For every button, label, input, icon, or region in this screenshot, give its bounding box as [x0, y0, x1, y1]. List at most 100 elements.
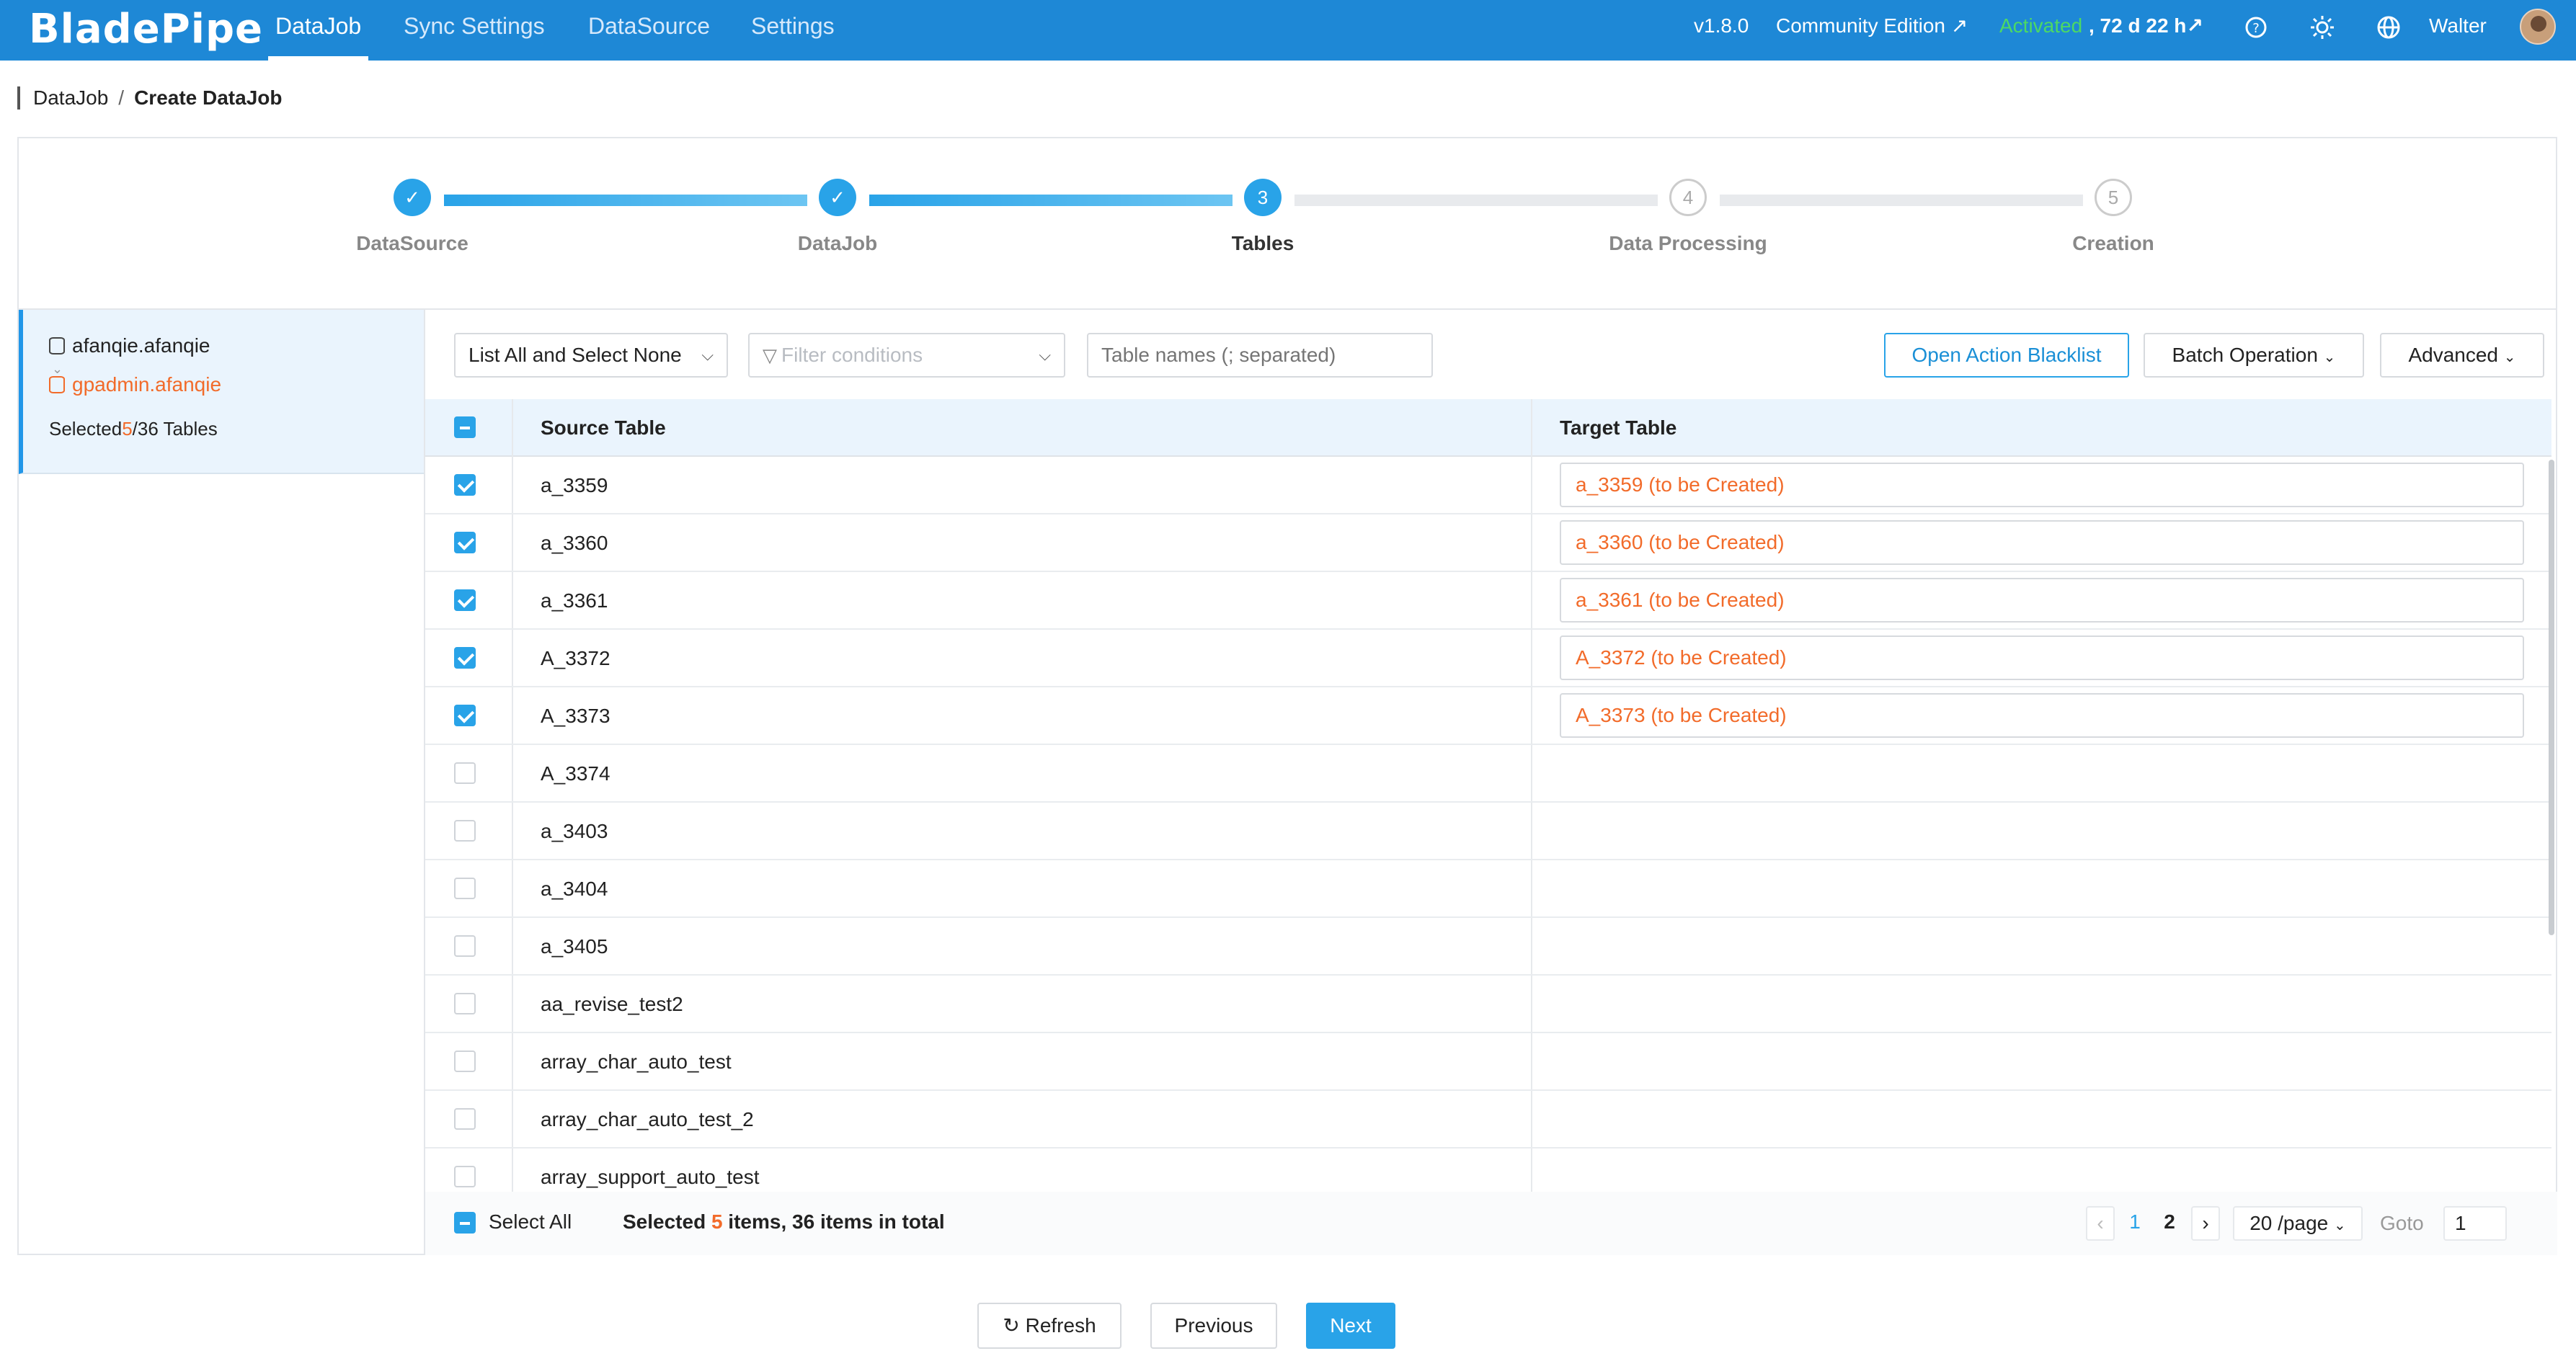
row-checkbox[interactable]	[454, 705, 476, 726]
table-row[interactable]: A_3373 A_3373 (to be Created)	[425, 687, 2551, 745]
row-checkbox[interactable]	[454, 1108, 476, 1130]
list-mode-select[interactable]: List All and Select None ⌵	[454, 333, 728, 378]
language-globe-icon[interactable]	[2376, 14, 2402, 40]
target-table-field[interactable]: a_3360 (to be Created)	[1560, 520, 2524, 565]
step-3-label: Tables	[1231, 232, 1294, 254]
tables-grid: Source Table Target Table a_3359 a_3359 …	[425, 399, 2557, 1192]
table-row[interactable]: array_support_auto_test	[425, 1148, 2551, 1192]
edition-link[interactable]: Community Edition ↗	[1776, 0, 1968, 61]
nav-datajob[interactable]: DataJob	[268, 0, 369, 61]
datasource-panel: afanqie.afanqie ⌄ gpadmin.afanqie Select…	[19, 310, 425, 1255]
row-checkbox[interactable]	[454, 993, 476, 1014]
chevron-down-icon: ⌄	[2334, 1218, 2346, 1234]
table-row[interactable]: array_char_auto_test	[425, 1033, 2551, 1091]
filter-conditions-select[interactable]: ▽ Filter conditions ⌵	[748, 333, 1065, 378]
row-checkbox[interactable]	[454, 762, 476, 784]
page-1[interactable]: 1	[2120, 1206, 2149, 1241]
table-row[interactable]: a_3360 a_3360 (to be Created)	[425, 514, 2551, 572]
refresh-label: Refresh	[1025, 1314, 1096, 1337]
filter-placeholder: Filter conditions	[781, 344, 923, 366]
table-row[interactable]: aa_revise_test2	[425, 976, 2551, 1033]
row-checkbox[interactable]	[454, 532, 476, 553]
create-datajob-card: ✓ DataSource ✓ DataJob 3 Tables 4 Data P…	[17, 137, 2557, 1255]
row-checkbox[interactable]	[454, 935, 476, 957]
next-button[interactable]: Next	[1306, 1303, 1395, 1349]
help-icon[interactable]: ?	[2243, 14, 2269, 40]
user-name[interactable]: Walter	[2429, 0, 2487, 61]
table-row[interactable]: array_char_auto_test_2	[425, 1091, 2551, 1148]
tables-panel: List All and Select None ⌵ ▽ Filter condi…	[425, 310, 2557, 1255]
wizard-steps: ✓ DataSource ✓ DataJob 3 Tables 4 Data P…	[19, 138, 2556, 310]
step-4-pending: 4	[1669, 179, 1707, 216]
breadcrumb-root[interactable]: DataJob	[33, 86, 108, 110]
row-checkbox[interactable]	[454, 820, 476, 842]
open-action-blacklist-button[interactable]: Open Action Blacklist	[1884, 333, 2129, 378]
table-header: Source Table Target Table	[425, 399, 2551, 457]
header-target-table: Target Table	[1560, 416, 1677, 439]
selection-summary-suffix: items, 36 items in total	[722, 1210, 945, 1233]
source-table-name: array_support_auto_test	[541, 1166, 760, 1188]
app-logo[interactable]: BladePipe	[29, 6, 263, 53]
selected-tables-suffix: /36 Tables	[132, 418, 218, 440]
row-checkbox[interactable]	[454, 878, 476, 899]
selection-summary-count: 5	[711, 1210, 723, 1233]
table-row[interactable]: A_3372 A_3372 (to be Created)	[425, 630, 2551, 687]
select-all-header-checkbox[interactable]	[454, 416, 476, 438]
step-connector-2	[869, 195, 1233, 206]
target-table-field[interactable]: A_3373 (to be Created)	[1560, 693, 2524, 738]
table-row[interactable]: a_3361 a_3361 (to be Created)	[425, 572, 2551, 630]
nav-sync-settings[interactable]: Sync Settings	[396, 0, 552, 61]
activation-status: Activated	[1999, 14, 2083, 37]
step-5-label: Creation	[2072, 232, 2154, 254]
refresh-button[interactable]: ↻ Refresh	[977, 1303, 1122, 1349]
chevron-down-icon: ⌄	[2503, 349, 2516, 365]
table-scrollbar[interactable]	[2549, 460, 2554, 935]
page-2[interactable]: 2	[2155, 1206, 2184, 1241]
source-table-name: array_char_auto_test	[541, 1051, 732, 1073]
user-avatar[interactable]	[2520, 9, 2556, 45]
source-table-name: aa_revise_test2	[541, 993, 683, 1015]
prev-page-icon[interactable]: ‹	[2086, 1206, 2115, 1241]
source-table-name: a_3404	[541, 878, 608, 900]
remaining-time-link[interactable]: , 72 d 22 h↗	[2089, 0, 2203, 61]
theme-sun-icon[interactable]	[2309, 14, 2335, 40]
nav-datasource[interactable]: DataSource	[581, 0, 717, 61]
row-checkbox[interactable]	[454, 1166, 476, 1187]
table-names-input[interactable]	[1087, 333, 1433, 378]
target-table-field[interactable]: a_3361 (to be Created)	[1560, 578, 2524, 623]
table-row[interactable]: a_3404	[425, 860, 2551, 918]
breadcrumb-marker	[17, 86, 20, 110]
previous-button[interactable]: Previous	[1150, 1303, 1277, 1349]
selection-summary: Selected 5 items, 36 items in total	[623, 1210, 945, 1234]
list-mode-value: List All and Select None	[468, 344, 682, 366]
selected-tables-summary: Selected 5 /36 Tables	[49, 418, 218, 440]
row-checkbox[interactable]	[454, 1051, 476, 1072]
step-connector-3	[1294, 195, 1658, 206]
advanced-button[interactable]: Advanced ⌄	[2380, 333, 2544, 378]
row-checkbox[interactable]	[454, 589, 476, 611]
batch-operation-button[interactable]: Batch Operation ⌄	[2144, 333, 2364, 378]
table-row[interactable]: a_3403	[425, 803, 2551, 860]
next-page-icon[interactable]: ›	[2191, 1206, 2220, 1241]
target-database-icon	[49, 376, 65, 393]
table-row[interactable]: A_3374	[425, 745, 2551, 803]
version-label: v1.8.0	[1694, 14, 1749, 37]
goto-page-input[interactable]: 1	[2443, 1206, 2507, 1241]
source-table-name: A_3374	[541, 762, 610, 785]
row-checkbox[interactable]	[454, 647, 476, 669]
table-row[interactable]: a_3359 a_3359 (to be Created)	[425, 457, 2551, 514]
target-table-field[interactable]: a_3359 (to be Created)	[1560, 463, 2524, 507]
target-table-field[interactable]: A_3372 (to be Created)	[1560, 635, 2524, 680]
svg-text:?: ?	[2252, 21, 2260, 36]
table-row[interactable]: a_3405	[425, 918, 2551, 976]
target-db-name: gpadmin.afanqie	[72, 373, 222, 396]
breadcrumb-separator: /	[118, 86, 125, 109]
select-all-label[interactable]: Select All	[489, 1210, 572, 1234]
row-checkbox[interactable]	[454, 474, 476, 496]
select-all-checkbox[interactable]	[454, 1212, 476, 1234]
step-4-label: Data Processing	[1609, 232, 1767, 254]
datasource-pair-item[interactable]: afanqie.afanqie ⌄ gpadmin.afanqie Select…	[19, 310, 424, 474]
nav-settings[interactable]: Settings	[744, 0, 842, 61]
top-navbar: BladePipe DataJob Sync Settings DataSour…	[0, 0, 2576, 61]
page-size-select[interactable]: 20 /page ⌄	[2233, 1206, 2363, 1241]
